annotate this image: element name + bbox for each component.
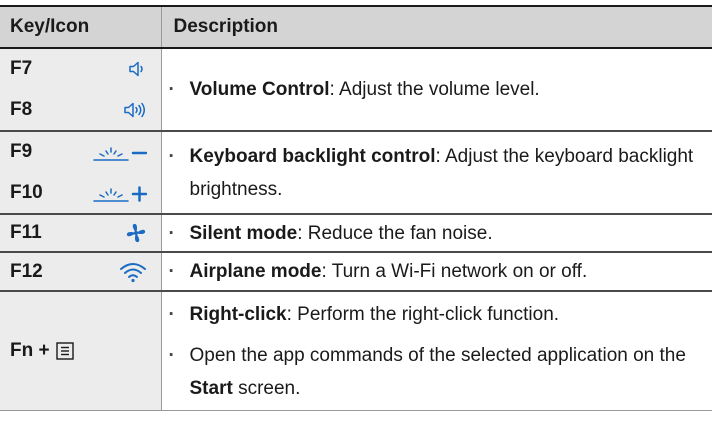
fan-icon bbox=[125, 222, 147, 244]
key-f12: F12 bbox=[0, 253, 161, 290]
key-label-f9: F9 bbox=[10, 141, 33, 162]
desc-text-volume: : Adjust the volume level. bbox=[329, 79, 540, 100]
key-f10: F10 bbox=[0, 172, 161, 213]
desc-cell-silent: Silent mode: Reduce the fan noise. bbox=[160, 213, 712, 252]
key-label-f11: F11 bbox=[10, 222, 42, 243]
desc-bullet-silent: Silent mode: Reduce the fan noise. bbox=[169, 217, 705, 250]
desc-cell-backlight: Keyboard backlight control: Adjust the k… bbox=[160, 130, 712, 214]
desc-cell-airplane: Airplane mode: Turn a Wi-Fi network on o… bbox=[160, 251, 712, 291]
desc-bullet-volume: Volume Control: Adjust the volume level. bbox=[169, 73, 705, 106]
key-label-f10: F10 bbox=[10, 181, 43, 203]
key-f8: F8 bbox=[0, 89, 161, 130]
desc-text-screen: screen. bbox=[232, 377, 301, 399]
desc-bold-backlight: Keyboard backlight control bbox=[189, 145, 436, 167]
speaker-low-icon bbox=[127, 59, 147, 79]
key-label-f8: F8 bbox=[10, 98, 33, 120]
key-cell-silent: F11 bbox=[0, 213, 161, 252]
desc-text-app-commands: Open the app commands of the selected ap… bbox=[189, 344, 686, 366]
desc-bullet-right-click: Right-click: Perform the right-click fun… bbox=[169, 298, 705, 331]
desc-bold-volume: Volume Control bbox=[189, 79, 330, 100]
desc-bold-right-click: Right-click bbox=[189, 303, 287, 325]
key-f7: F7 bbox=[0, 49, 161, 89]
menu-key-icon bbox=[55, 342, 74, 360]
header-key-icon: Key/Icon bbox=[0, 5, 161, 49]
key-cell-menu: Fn + bbox=[0, 290, 161, 411]
key-fn-menu: Fn + bbox=[0, 292, 161, 410]
header-description: Description bbox=[160, 5, 712, 49]
table-row-backlight: F9 F10 · Keyboard backlight control: Adj… bbox=[0, 130, 712, 214]
key-cell-volume: F7 F8 bbox=[0, 48, 161, 131]
backlight-up-icon bbox=[92, 182, 147, 204]
desc-bullet-backlight: Keyboard backlight control: Adjust the k… bbox=[169, 140, 705, 206]
desc-text-right-click: : Perform the right-click function. bbox=[286, 303, 560, 325]
desc-bold-silent: Silent mode bbox=[189, 222, 298, 244]
desc-bold-airplane: Airplane mode bbox=[189, 261, 322, 282]
table-row-airplane: F12 Airplane mode: Turn a Wi-Fi network … bbox=[0, 251, 712, 291]
backlight-down-icon bbox=[92, 142, 147, 162]
table-header-row: Key/Icon Description bbox=[0, 5, 712, 49]
desc-text-airplane: : Turn a Wi-Fi network on or off. bbox=[321, 261, 588, 282]
key-f11: F11 bbox=[0, 215, 161, 251]
key-label-f7: F7 bbox=[10, 58, 33, 79]
desc-cell-volume: Volume Control: Adjust the volume level. bbox=[160, 48, 712, 131]
key-label-f12: F12 bbox=[10, 260, 43, 282]
key-f9: F9 bbox=[0, 132, 161, 172]
table-row-menu: Fn + Right-click: Perform the right-clic… bbox=[0, 290, 712, 411]
speaker-high-icon bbox=[123, 100, 147, 120]
desc-bullet-airplane: Airplane mode: Turn a Wi-Fi network on o… bbox=[169, 255, 705, 288]
wifi-icon bbox=[119, 261, 147, 283]
function-key-table: Key/Icon Description F7 F8 · Volume Cont… bbox=[0, 5, 712, 411]
key-cell-airplane: F12 bbox=[0, 251, 161, 291]
desc-text-silent: : Reduce the fan noise. bbox=[297, 222, 493, 244]
desc-cell-menu: Right-click: Perform the right-click fun… bbox=[160, 290, 712, 411]
key-cell-backlight: F9 F10 bbox=[0, 130, 161, 214]
desc-bullet-app-commands: Open the app commands of the selected ap… bbox=[169, 339, 705, 405]
table-row-silent: F11 Silent mode: Reduce the fan noi bbox=[0, 213, 712, 252]
key-label-fn: Fn + bbox=[10, 340, 50, 361]
desc-bold-start: Start bbox=[189, 377, 233, 399]
table-row-volume: F7 F8 · Volume Control: Adjust the volum… bbox=[0, 48, 712, 131]
